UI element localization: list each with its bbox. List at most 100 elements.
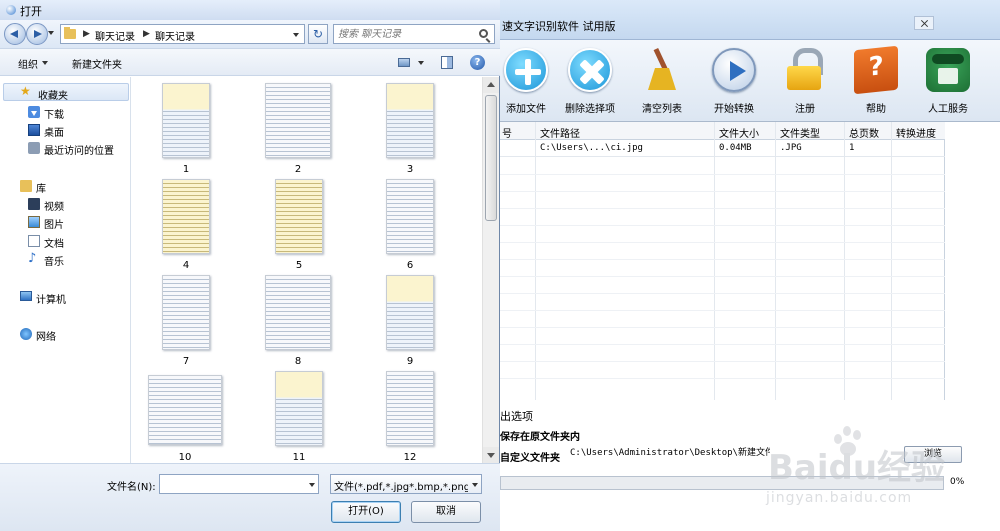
sidebar-item-computer[interactable]: 计算机 [0,288,131,306]
navigation-bar: ▶ 聊天记录 ▶ 聊天记录 ↻ [0,20,500,48]
address-bar[interactable]: ▶ 聊天记录 ▶ 聊天记录 [60,24,305,44]
sidebar-item-music[interactable]: ♪ 音乐 [0,250,131,268]
help-label: 帮助 [866,104,886,115]
sidebar-item-downloads[interactable]: 下载 [0,103,131,121]
forward-arrow-icon[interactable] [26,23,48,45]
cell-size: 0.04MB [719,143,752,153]
folder-icon [64,27,76,39]
image-preview [162,179,210,254]
sidebar-item-libraries[interactable]: 库 [0,177,131,195]
command-bar: 组织 新建文件夹 ? [0,48,500,76]
cell-type: .JPG [780,143,802,153]
sidebar-item-videos[interactable]: 视频 [0,195,131,213]
table-header: 号 文件路径 文件大小 文件类型 总页数 转换进度 [500,122,945,140]
file-thumbnail[interactable]: 11 [275,371,335,463]
sidebar-item-documents[interactable]: 文档 [0,232,131,250]
file-thumbnail[interactable]: 1 [162,83,222,175]
organize-menu[interactable]: 组织 [18,56,38,71]
delete-selected-label: 删除选择项 [565,104,615,115]
cancel-button[interactable]: 取消 [411,501,481,523]
sidebar-item-network[interactable]: 网络 [0,325,131,343]
column-header[interactable]: 文件大小 [719,125,759,140]
column-header[interactable]: 转换进度 [896,125,936,140]
app-title: 速文字识别软件 试用版 [502,20,616,33]
table-row[interactable]: C:\Users\...\ci.jpg 0.04MB .JPG 1 [500,140,945,157]
lock-icon [783,48,827,92]
image-preview [386,371,434,446]
filetype-chevron-down-icon[interactable] [472,483,478,487]
scroll-down-arrow-icon[interactable] [483,447,499,463]
back-arrow-icon[interactable] [4,23,26,45]
search-input[interactable] [338,27,474,42]
filename-input[interactable] [162,477,302,492]
column-header[interactable]: 总页数 [849,125,879,140]
address-chevron-down-icon[interactable] [293,33,299,37]
custom-folder-option[interactable]: 自定义文件夹 [500,449,560,464]
register-button[interactable]: 注册 [765,48,845,118]
computer-icon [20,291,32,301]
file-thumbnail[interactable]: 2 [265,83,331,175]
breadcrumb-item[interactable]: 聊天记录 [95,28,135,43]
refresh-icon[interactable]: ↻ [308,24,328,44]
vertical-scrollbar[interactable] [482,77,499,463]
column-header[interactable]: 文件路径 [540,125,580,140]
filetype-select[interactable]: 文件(*.pdf,*.jpg*.bmp,*.png,* [330,474,482,494]
clear-list-button[interactable]: 清空列表 [622,48,702,118]
file-thumbnail[interactable]: 3 [386,83,446,175]
scrollbar-thumb[interactable] [485,95,497,221]
video-icon [28,198,40,210]
search-box[interactable] [333,24,495,44]
start-convert-button[interactable]: 开始转换 [694,48,774,118]
image-preview [275,179,323,254]
history-chevron-down-icon[interactable] [48,31,54,35]
file-thumbnail[interactable]: 7 [162,275,222,367]
file-thumbnail[interactable]: 10 [148,371,228,463]
clear-list-label: 清空列表 [642,104,682,115]
file-thumbnail[interactable]: 8 [265,275,331,367]
filetype-value: 文件(*.pdf,*.jpg*.bmp,*.png,* [334,482,468,493]
network-icon [20,328,32,340]
cell-path: C:\Users\...\ci.jpg [540,143,643,153]
open-button[interactable]: 打开(O) [331,501,401,523]
scroll-up-arrow-icon[interactable] [483,77,499,93]
filename-combobox[interactable] [159,474,319,494]
file-thumbnail[interactable]: 9 [386,275,446,367]
close-icon[interactable] [914,16,934,30]
column-header[interactable]: 文件类型 [780,125,820,140]
new-folder-button[interactable]: 新建文件夹 [72,56,122,71]
file-name: 9 [406,356,414,367]
file-name: 12 [403,452,417,463]
preview-pane-icon[interactable] [441,56,453,69]
service-button[interactable]: 人工服务 [908,48,988,118]
watermark-brand: Baidu经验 [768,448,946,488]
image-preview [162,275,210,350]
sidebar-item-pictures[interactable]: 图片 [0,213,131,231]
sidebar-item-recent[interactable]: 最近访问的位置 [0,139,131,157]
file-thumbnail[interactable]: 4 [162,179,222,271]
file-thumbnail[interactable]: 5 [275,179,335,271]
help-button[interactable]: 帮助 [836,45,916,118]
delete-selected-button[interactable]: 删除选择项 [550,48,630,118]
image-preview [386,83,434,158]
organize-chevron-down-icon[interactable] [42,61,48,65]
sidebar-item-label: 文档 [44,239,64,250]
file-name: 2 [294,164,302,175]
sidebar-item-label: 网络 [36,332,56,343]
dialog-footer: 文件名(N): 文件(*.pdf,*.jpg*.bmp,*.png,* 打开(O… [0,463,500,531]
view-mode-icon[interactable] [398,58,410,67]
watermark-url: jingyan.baidu.com [766,490,913,506]
file-thumbnail[interactable]: 12 [386,371,446,463]
sidebar-item-desktop[interactable]: 桌面 [0,121,131,139]
search-icon[interactable] [479,29,488,38]
view-chevron-down-icon[interactable] [418,61,424,65]
filename-chevron-down-icon[interactable] [309,483,315,487]
service-label: 人工服务 [928,104,968,115]
sidebar-item-favorites[interactable]: ★ 收藏夹 [3,83,129,102]
help-icon[interactable]: ? [470,55,485,70]
column-header[interactable]: 号 [502,125,512,140]
file-thumbnail[interactable]: 6 [386,179,446,271]
breadcrumb-item[interactable]: 聊天记录 [155,28,195,43]
app-logo-icon [6,5,16,15]
save-same-folder-option[interactable]: 保存在原文件夹内 [500,428,580,443]
download-icon [28,106,40,118]
